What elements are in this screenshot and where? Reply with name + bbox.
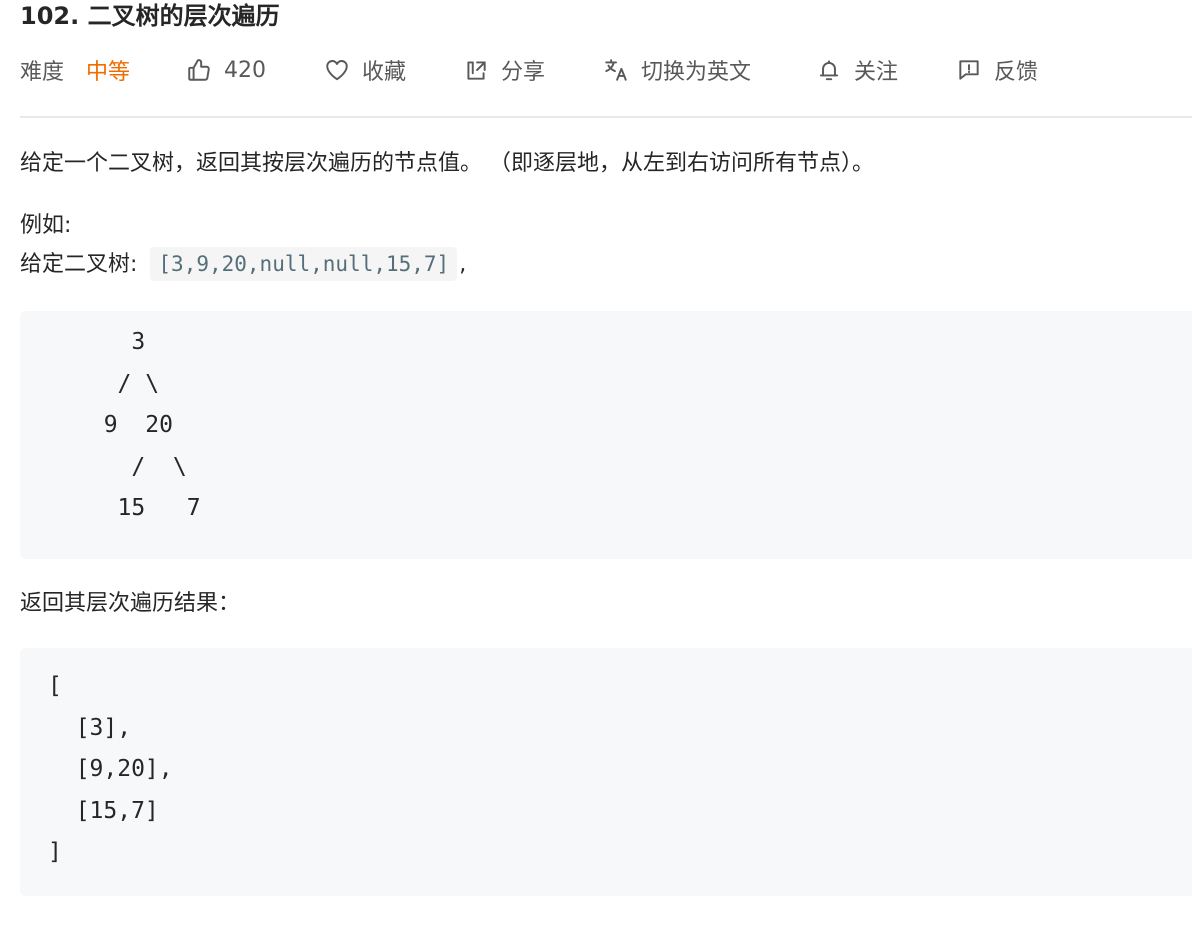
- difficulty: 难度 中等: [20, 52, 130, 88]
- heart-icon: [326, 60, 348, 81]
- result-heading: 返回其层次遍历结果：: [20, 591, 241, 616]
- difficulty-value: 中等: [86, 60, 131, 85]
- given-tree-suffix: ,: [459, 252, 467, 277]
- problem-title: 102. 二叉树的层次遍历: [20, 2, 280, 30]
- problem-toolbar: 难度 中等 420 收藏 分享 切换为英文 关注 反馈: [20, 52, 1192, 88]
- tree-diagram: 3 / \ 9 20 / \ 15 7: [103, 329, 201, 521]
- favorite-button[interactable]: 收藏: [324, 52, 406, 88]
- feedback-icon: [959, 60, 979, 80]
- translate-button[interactable]: 切换为英文: [603, 52, 751, 88]
- result-code-block: [ [3], [9,20], [15,7] ]: [20, 648, 1192, 896]
- example-heading: 例如:: [20, 213, 72, 238]
- given-tree-code: [3,9,20,null,null,15,7]: [150, 247, 458, 281]
- result-code: [ [3], [9,20], [15,7] ]: [48, 673, 173, 865]
- translate-icon: [605, 59, 627, 81]
- bell-icon: [819, 60, 839, 81]
- favorite-label: 收藏: [362, 60, 407, 85]
- follow-button[interactable]: 关注: [816, 52, 898, 88]
- problem-description: 给定一个二叉树，返回其按层次遍历的节点值。 （即逐层地，从左到右访问所有节点）。: [20, 151, 874, 176]
- given-tree-line: 给定二叉树: [3,9,20,null,null,15,7],: [20, 247, 466, 283]
- toolbar-divider: [20, 116, 1192, 118]
- feedback-button[interactable]: 反馈: [956, 52, 1038, 88]
- feedback-label: 反馈: [994, 60, 1039, 85]
- tree-diagram-block: 3 / \ 9 20 / \ 15 7: [20, 311, 1192, 559]
- thumbs-up-icon: [188, 59, 210, 81]
- share-button[interactable]: 分享: [463, 52, 545, 88]
- follow-label: 关注: [854, 60, 899, 85]
- translate-label: 切换为英文: [641, 60, 752, 85]
- likes-count: 420: [224, 57, 266, 83]
- like-button[interactable]: 420: [186, 52, 266, 88]
- difficulty-label: 难度: [20, 60, 65, 85]
- share-icon: [467, 61, 486, 80]
- share-label: 分享: [501, 60, 546, 85]
- given-tree-prefix: 给定二叉树:: [20, 252, 145, 277]
